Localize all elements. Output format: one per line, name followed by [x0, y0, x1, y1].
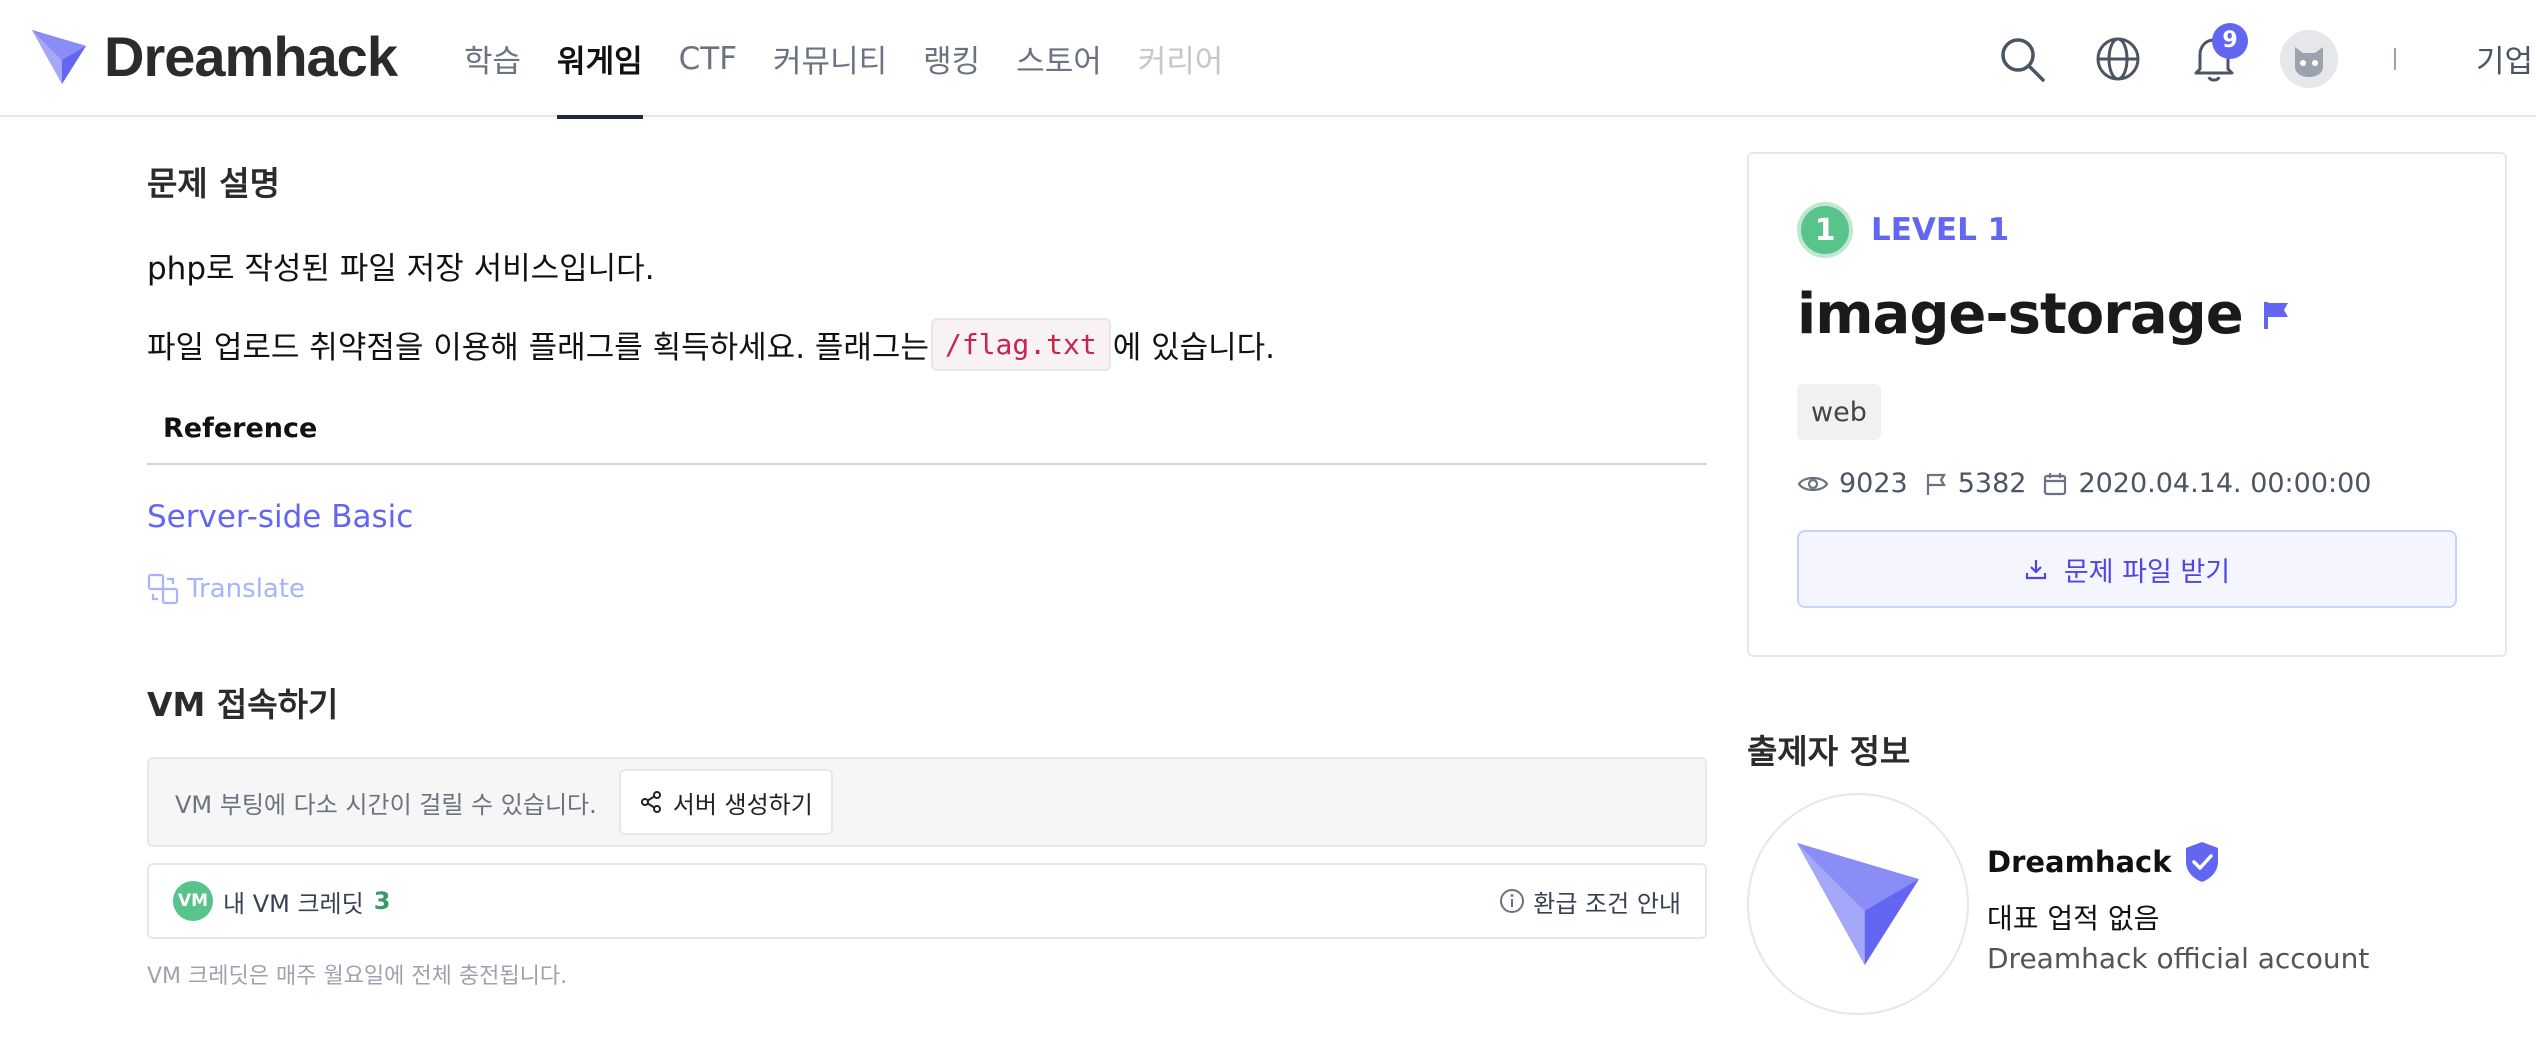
download-label: 문제 파일 받기 — [2063, 556, 2231, 588]
calendar-icon — [2044, 472, 2067, 495]
translate-icon — [147, 573, 179, 605]
views-stat: 9023 — [1797, 468, 1908, 499]
nav-item-community[interactable]: 커뮤니티 — [755, 0, 905, 117]
refund-info-label: 환급 조건 안내 — [1533, 889, 1681, 918]
author-section-title: 출제자 정보 — [1747, 732, 1911, 771]
challenge-stats: 9023 5382 2020.04.14. 00:00:00 — [1797, 468, 2371, 499]
globe-icon — [2096, 37, 2140, 80]
author-description: Dreamhack official account — [1987, 942, 2370, 975]
level-label: LEVEL 1 — [1871, 212, 2010, 248]
share-icon — [640, 791, 661, 813]
notifications-button[interactable]: 9 — [2184, 22, 2248, 89]
vm-credit-value: 3 — [373, 887, 391, 915]
views-count: 9023 — [1839, 468, 1908, 499]
nav-item-store[interactable]: 스토어 — [998, 0, 1120, 117]
notification-count-badge: 9 — [2212, 22, 2248, 59]
company-link[interactable]: 기업 — [2476, 36, 2536, 81]
header-divider — [2394, 47, 2396, 70]
release-date: 2020.04.14. 00:00:00 — [2078, 468, 2372, 499]
translate-label: Translate — [187, 574, 306, 604]
dreamhack-logo-icon — [1797, 843, 1919, 965]
search-icon — [2001, 37, 2045, 82]
flag-path-code: /flag.txt — [930, 318, 1111, 371]
flag-icon — [2263, 301, 2288, 329]
challenge-title-row: image-storage — [1797, 282, 2291, 347]
refund-info-link[interactable]: 환급 조건 안내 — [1499, 884, 1681, 919]
description-line-1: php로 작성된 파일 저장 서비스입니다. — [147, 251, 655, 287]
create-server-button[interactable]: 서버 생성하기 — [618, 769, 833, 835]
author-name[interactable]: Dreamhack — [1987, 845, 2172, 879]
logo-link[interactable]: Dreamhack — [28, 24, 398, 89]
reference-link[interactable]: Server-side Basic — [147, 499, 413, 535]
info-icon — [1500, 889, 1525, 913]
solves-count: 5382 — [1957, 468, 2027, 499]
language-button[interactable] — [2088, 29, 2148, 89]
user-avatar-button[interactable] — [2280, 29, 2338, 88]
download-files-button[interactable]: 문제 파일 받기 — [1797, 530, 2457, 608]
vm-section-title: VM 접속하기 — [147, 685, 339, 724]
nav-item-career[interactable]: 커리어 — [1120, 0, 1242, 117]
search-button[interactable] — [1992, 29, 2052, 89]
challenge-name: image-storage — [1797, 282, 2244, 347]
vm-credit-note: VM 크레딧은 매주 월요일에 전체 충전됩니다. — [147, 964, 568, 989]
category-tag[interactable]: web — [1797, 384, 1881, 440]
vm-chip-icon: VM — [173, 881, 213, 921]
vm-credit-label: 내 VM 크레딧 — [223, 889, 364, 918]
translate-button[interactable]: Translate — [147, 573, 305, 605]
logo-text: Dreamhack — [104, 25, 398, 88]
reference-table-header: Reference — [147, 413, 1707, 465]
download-icon — [2025, 560, 2046, 580]
description-title: 문제 설명 — [147, 164, 280, 203]
create-server-label: 서버 생성하기 — [672, 790, 813, 819]
vm-boot-note: VM 부팅에 다소 시간이 걸릴 수 있습니다. — [175, 790, 597, 819]
flag-outline-icon — [1926, 473, 1946, 495]
solves-stat: 5382 — [1924, 468, 2027, 499]
description-line-2: 파일 업로드 취약점을 이용해 플래그를 획득하세요. 플래그는 /flag.t… — [147, 318, 1275, 371]
level-indicator: 1 LEVEL 1 — [1797, 202, 2009, 258]
description-text-after: 에 있습니다. — [1112, 330, 1276, 366]
dreamhack-logo-icon — [32, 29, 86, 84]
vm-credit-panel: VM 내 VM 크레딧 3 환급 조건 안내 — [147, 863, 1707, 939]
description-text-before: 파일 업로드 취약점을 이용해 플래그를 획득하세요. 플래그는 — [147, 330, 929, 366]
top-navigation-bar: Dreamhack 학습 워게임 CTF 커뮤니티 랭킹 스토어 커리어 9 기… — [0, 0, 2536, 119]
eye-icon — [1797, 476, 1829, 491]
main-nav: 학습 워게임 CTF 커뮤니티 랭킹 스토어 커리어 — [446, 0, 1242, 119]
author-achievement: 대표 업적 없음 — [1987, 902, 2160, 935]
author-avatar[interactable] — [1747, 793, 1969, 1015]
date-stat: 2020.04.14. 00:00:00 — [2042, 468, 2371, 499]
nav-item-ctf[interactable]: CTF — [661, 0, 755, 117]
nav-item-wargame[interactable]: 워게임 — [539, 0, 661, 119]
cat-avatar-icon — [2295, 46, 2323, 77]
challenge-info-card: 1 LEVEL 1 image-storage web 9023 5382 20… — [1747, 152, 2507, 657]
vm-server-panel: VM 부팅에 다소 시간이 걸릴 수 있습니다. 서버 생성하기 — [147, 757, 1707, 847]
level-number-badge: 1 — [1797, 202, 1853, 258]
verified-shield-icon — [2185, 842, 2218, 882]
header-actions: 9 기업 — [1992, 0, 2536, 117]
author-name-row: Dreamhack — [1987, 840, 2222, 884]
nav-item-learn[interactable]: 학습 — [446, 0, 539, 117]
nav-item-ranking[interactable]: 랭킹 — [905, 0, 998, 117]
